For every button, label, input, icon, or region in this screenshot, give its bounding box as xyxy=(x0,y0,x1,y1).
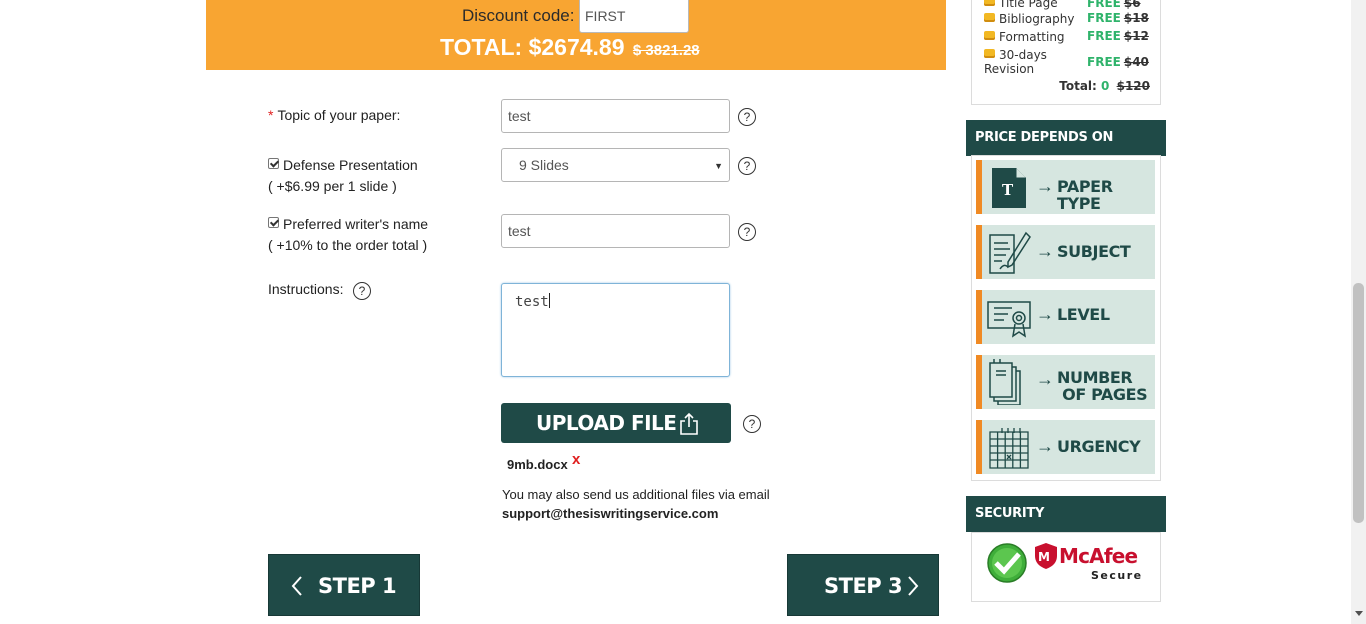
preferred-writer-input[interactable]: test xyxy=(501,214,730,248)
extra-revision-price: FREE $40 xyxy=(1087,55,1149,69)
coin-icon xyxy=(984,13,995,22)
instructions-textarea[interactable]: test xyxy=(501,283,730,377)
order-total: TOTAL: $2674.89 $ 3821.28 xyxy=(440,34,700,61)
instructions-label: Instructions: xyxy=(268,281,344,297)
security-heading: SECURITY xyxy=(966,496,1166,532)
uploaded-file-name: 9mb.docx xyxy=(507,457,568,472)
mcafee-shield-icon: M xyxy=(1035,543,1057,569)
svg-text:T: T xyxy=(1002,181,1014,199)
writer-help-icon[interactable]: ? xyxy=(738,223,756,241)
defense-presentation-label: Defense Presentation ( +$6.99 per 1 slid… xyxy=(268,157,418,194)
remove-file-icon[interactable]: x xyxy=(572,451,580,468)
subject-icon xyxy=(989,231,1031,274)
check-icon xyxy=(987,543,1027,583)
topic-input[interactable]: test xyxy=(501,99,730,133)
factor-label: SUBJECT xyxy=(1057,242,1131,261)
chevron-right-icon xyxy=(908,576,919,596)
arrow-icon: → xyxy=(1036,176,1054,196)
preferred-writer-label: Preferred writer's name ( +10% to the or… xyxy=(268,216,429,253)
defense-presentation-checkbox[interactable] xyxy=(268,158,279,169)
arrow-icon: → xyxy=(1036,304,1054,324)
factor-urgency[interactable]: → URGENCY xyxy=(976,420,1155,474)
factor-label: NUMBER OF PAGES xyxy=(1057,368,1148,404)
chevron-down-icon: ▼ xyxy=(714,161,723,171)
slides-select[interactable]: 9 Slides ▼ xyxy=(501,148,730,182)
factor-label: LEVEL xyxy=(1057,305,1110,324)
topic-label: * Topic of your paper: xyxy=(268,107,401,123)
text-cursor xyxy=(548,293,550,308)
discount-code-label: Discount code: xyxy=(462,6,575,25)
extra-title-page-price: FREE $6 xyxy=(1087,0,1141,10)
instructions-help-icon[interactable]: ? xyxy=(353,282,371,300)
upload-icon xyxy=(680,412,698,435)
step-1-label: STEP 1 xyxy=(318,574,397,598)
discount-code-input[interactable]: FIRST xyxy=(579,0,689,33)
coin-icon xyxy=(984,31,995,40)
factor-label: PAPER TYPE xyxy=(1057,177,1113,213)
price-depends-heading: PRICE DEPENDS ON xyxy=(966,120,1166,156)
topic-help-icon[interactable]: ? xyxy=(738,108,756,126)
extra-title-page: Title Page xyxy=(984,0,1058,10)
upload-file-label: UPLOAD FILE xyxy=(536,411,677,435)
extra-formatting: Formatting xyxy=(984,30,1065,44)
extra-revision: 30-days Revision xyxy=(984,48,1047,76)
slides-help-icon[interactable]: ? xyxy=(738,157,756,175)
scroll-down-icon[interactable] xyxy=(1355,611,1363,616)
arrow-icon: → xyxy=(1036,436,1054,456)
extra-formatting-price: FREE $12 xyxy=(1087,29,1149,43)
required-mark: * xyxy=(268,107,274,123)
extra-bibliography-price: FREE $18 xyxy=(1087,11,1149,25)
mcafee-secure-badge[interactable]: M McAfee Secure xyxy=(971,532,1161,602)
mcafee-name: McAfee xyxy=(1059,544,1138,568)
calendar-icon xyxy=(989,428,1029,469)
chevron-left-icon xyxy=(291,576,302,596)
arrow-icon: → xyxy=(1036,241,1054,261)
defense-presentation-note: ( +$6.99 per 1 slide ) xyxy=(268,178,397,194)
factor-paper-type[interactable]: T → PAPER TYPE xyxy=(976,160,1155,214)
factor-level[interactable]: → LEVEL xyxy=(976,290,1155,344)
preferred-writer-checkbox[interactable] xyxy=(268,217,279,228)
discount-banner: Discount code: FIRST TOTAL: $2674.89 $ 3… xyxy=(206,0,946,70)
level-icon xyxy=(987,301,1031,338)
paper-type-icon: T xyxy=(992,168,1026,208)
pages-icon xyxy=(989,359,1021,405)
total-old-price: $ 3821.28 xyxy=(632,42,700,59)
step-1-button[interactable]: STEP 1 xyxy=(268,554,420,616)
coin-icon xyxy=(984,0,995,6)
extras-total: Total: 0 $120 xyxy=(1059,79,1150,93)
support-email-link[interactable]: support@thesiswritingservice.com xyxy=(502,506,718,521)
upload-file-button[interactable]: UPLOAD FILE xyxy=(501,403,731,443)
factor-subject[interactable]: → SUBJECT xyxy=(976,225,1155,279)
arrow-icon: → xyxy=(1036,369,1054,389)
step-3-button[interactable]: STEP 3 xyxy=(787,554,939,616)
scrollbar-thumb[interactable] xyxy=(1353,283,1364,523)
extra-bibliography: Bibliography xyxy=(984,12,1074,26)
factor-label: URGENCY xyxy=(1057,437,1141,456)
factor-number-of-pages[interactable]: → NUMBER OF PAGES xyxy=(976,355,1155,409)
total-value: TOTAL: $2674.89 xyxy=(440,34,625,60)
preferred-writer-note: ( +10% to the order total ) xyxy=(268,237,428,253)
upload-help-icon[interactable]: ? xyxy=(743,415,761,433)
email-note: You may also send us additional files vi… xyxy=(502,487,770,521)
step-3-label: STEP 3 xyxy=(824,574,903,598)
slides-selected-value: 9 Slides xyxy=(519,157,569,173)
extras-summary: Title Page FREE $6 Bibliography FREE $18 F… xyxy=(971,0,1161,105)
coin-icon xyxy=(984,49,995,58)
mcafee-secure-label: Secure xyxy=(1091,569,1143,582)
svg-text:M: M xyxy=(1038,550,1050,564)
